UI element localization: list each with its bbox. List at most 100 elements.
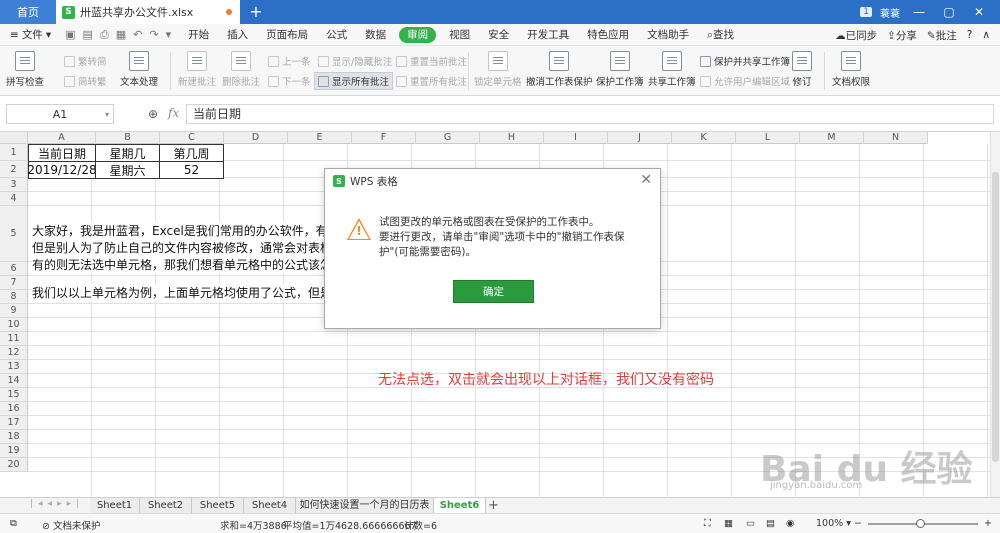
row-header[interactable]: 16 (0, 402, 28, 416)
menu-tab-review[interactable]: 审阅 (399, 26, 437, 43)
column-header[interactable]: J (608, 132, 672, 144)
row-header[interactable]: 9 (0, 304, 28, 318)
file-menu[interactable]: ≡ 文件 ▾ (0, 27, 57, 42)
text-process-button[interactable]: 文本处理 (120, 51, 158, 88)
column-header[interactable]: H (480, 132, 544, 144)
row-header[interactable]: 5 (0, 206, 28, 262)
fx-icon[interactable]: fx (168, 106, 179, 120)
print-preview-icon[interactable]: ▦ (116, 28, 126, 42)
new-comment-button[interactable]: 新建批注 (178, 51, 216, 88)
sheet-tab[interactable]: 如何快速设置一个月的日历表 (296, 498, 434, 513)
next-comment-button[interactable]: 下一条 (268, 74, 311, 88)
zoom-level[interactable]: 100% ▾ (816, 518, 851, 529)
eye-protect-icon[interactable]: ◉ (786, 518, 794, 529)
macro-record-icon[interactable]: ⧉ (10, 518, 17, 529)
row-header[interactable]: 3 (0, 178, 28, 192)
track-changes-button[interactable]: 修订 (792, 51, 812, 88)
column-header[interactable]: C (160, 132, 224, 144)
select-all-corner[interactable] (0, 132, 28, 144)
sheet-tab[interactable]: Sheet5 (192, 498, 244, 513)
column-header[interactable]: N (864, 132, 928, 144)
menu-tab-page-layout[interactable]: 页面布局 (257, 24, 317, 46)
menu-tab-security[interactable]: 安全 (479, 24, 518, 46)
menu-tab-doc-assistant[interactable]: 文档助手 (638, 24, 698, 46)
row-header[interactable]: 15 (0, 388, 28, 402)
simp-to-trad-button[interactable]: 简转繁 (64, 74, 107, 88)
row-header[interactable]: 10 (0, 318, 28, 332)
print-icon[interactable]: ⎙ (100, 28, 109, 42)
menu-tab-features[interactable]: 特色应用 (578, 24, 638, 46)
menu-tab-formulas[interactable]: 公式 (317, 24, 356, 46)
menu-tab-data[interactable]: 数据 (356, 24, 395, 46)
normal-view-icon[interactable]: ▦ (724, 518, 733, 529)
row-header[interactable]: 11 (0, 332, 28, 346)
menu-tab-view[interactable]: 视图 (440, 24, 479, 46)
collapse-ribbon-icon[interactable]: ∧ (982, 29, 990, 41)
name-box[interactable]: A1 ▾ (6, 104, 114, 124)
more-icon[interactable]: ▾ (166, 28, 172, 42)
row-header[interactable]: 17 (0, 416, 28, 430)
sheet-tab-active[interactable]: Sheet6 (434, 498, 486, 513)
show-all-comments-button[interactable]: 显示所有批注 (314, 72, 394, 90)
menu-tab-developer[interactable]: 开发工具 (518, 24, 578, 46)
menu-tab-insert[interactable]: 插入 (218, 24, 257, 46)
row-header[interactable]: 20 (0, 458, 28, 472)
cell-a5-line[interactable]: 大家好，我是卅蓝君，Excel是我们常用的办公软件，有的 (32, 222, 340, 239)
protect-share-workbook-button[interactable]: 保护并共享工作簿 (700, 54, 790, 68)
add-sheet-button[interactable]: + (488, 498, 499, 513)
cell-b2[interactable]: 星期六 (95, 161, 160, 179)
comment-menu-button[interactable]: ✎批注 (927, 28, 957, 43)
row-header[interactable]: 12 (0, 346, 28, 360)
row-header[interactable]: 6 (0, 262, 28, 276)
row-header[interactable]: 13 (0, 360, 28, 374)
document-tab[interactable]: S 卅蓝共享办公文件.xlsx (56, 0, 240, 24)
user-name[interactable]: 蓑蓑 (880, 5, 900, 20)
home-tab[interactable]: 首页 (0, 0, 56, 24)
column-header[interactable]: F (352, 132, 416, 144)
row-header[interactable]: 1 (0, 144, 28, 161)
column-header[interactable]: A (28, 132, 96, 144)
page-break-view-icon[interactable]: ▤ (766, 518, 775, 529)
row-header[interactable]: 19 (0, 444, 28, 458)
share-button[interactable]: ⇪分享 (887, 28, 917, 43)
page-layout-view-icon[interactable]: ▭ (746, 518, 755, 529)
help-icon[interactable]: ? (967, 29, 973, 41)
row-header[interactable]: 7 (0, 276, 28, 290)
row-header[interactable]: 8 (0, 290, 28, 304)
cell-a5-line[interactable]: 但是别人为了防止自己的文件内容被修改，通常会对表格 (32, 239, 333, 256)
column-header[interactable]: K (672, 132, 736, 144)
reset-current-comment-button[interactable]: 重置当前批注 (396, 54, 467, 68)
cell-a1[interactable]: 当前日期 (28, 144, 96, 162)
lock-cells-button[interactable]: 锁定单元格 (474, 51, 522, 88)
export-pdf-icon[interactable]: ▤ (83, 28, 93, 42)
redo-icon[interactable]: ↷ (149, 28, 158, 42)
reset-all-comments-button[interactable]: 重置所有批注 (396, 74, 467, 88)
zoom-out-button[interactable]: − (854, 518, 862, 529)
column-header[interactable]: D (224, 132, 288, 144)
row-header[interactable]: 4 (0, 192, 28, 206)
protect-workbook-button[interactable]: 保护工作簿 (596, 51, 644, 88)
row-header[interactable]: 2 (0, 161, 28, 178)
column-header[interactable]: M (800, 132, 864, 144)
close-window-button[interactable]: ✕ (968, 5, 990, 19)
sync-status[interactable]: ☁已同步 (835, 28, 877, 43)
column-header[interactable]: L (736, 132, 800, 144)
trad-to-simp-button[interactable]: 繁转简 (64, 54, 107, 68)
sheet-nav-arrows-icon[interactable]: |◂◂▸▸| (30, 499, 84, 509)
protection-status[interactable]: ⊘ 文档未保护 (42, 518, 101, 532)
save-icon[interactable]: ▣ (65, 28, 75, 42)
fullscreen-icon[interactable]: ⛶ (704, 518, 711, 529)
row-header[interactable]: 18 (0, 430, 28, 444)
zoom-slider-handle[interactable] (916, 519, 925, 528)
cell-c2[interactable]: 52 (159, 161, 224, 179)
share-workbook-button[interactable]: 共享工作簿 (648, 51, 696, 88)
zoom-in-button[interactable]: + (984, 518, 992, 529)
sheet-tab[interactable]: Sheet2 (140, 498, 192, 513)
column-header[interactable]: E (288, 132, 352, 144)
ok-button[interactable]: 确定 (453, 280, 534, 303)
new-tab-button[interactable]: + (246, 2, 266, 22)
delete-comment-button[interactable]: 删除批注 (222, 51, 260, 88)
page-count-badge[interactable]: 1 (860, 7, 872, 17)
scrollbar-thumb[interactable] (992, 172, 999, 462)
spellcheck-button[interactable]: 拼写检查 (6, 51, 44, 88)
